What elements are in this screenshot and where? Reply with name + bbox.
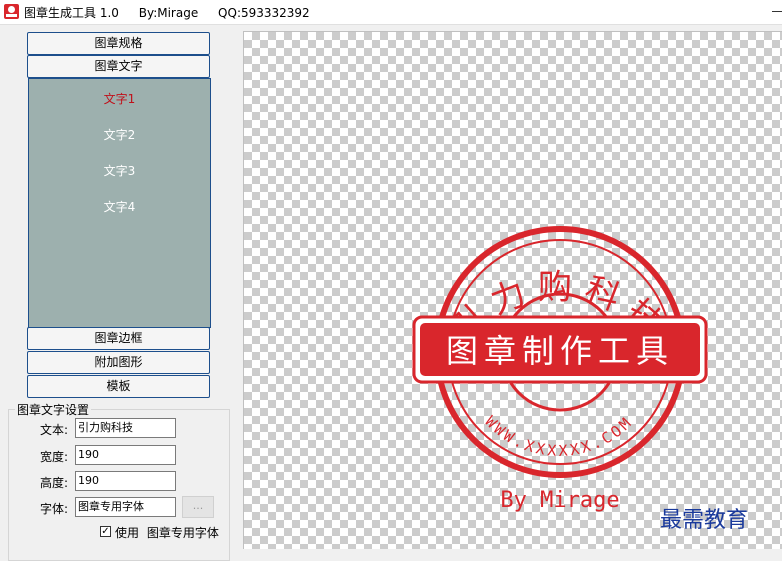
width-label: 宽度: bbox=[39, 450, 68, 464]
use-font-label: 使用 图章专用字体 bbox=[115, 524, 223, 541]
text-settings-title: 图章文字设置 bbox=[15, 401, 92, 418]
qq-label: QQ:593332392 bbox=[218, 6, 310, 20]
use-font-checkbox[interactable]: ✓ bbox=[100, 526, 111, 537]
stamp-bottom-arc-text: WWW.XXXXXX.COM bbox=[481, 412, 636, 459]
text-item-2[interactable]: 文字2 bbox=[29, 126, 210, 143]
window-title: 图章生成工具 1.0 By:Mirage QQ:593332392 bbox=[24, 4, 326, 21]
nav-extra-shape-button[interactable]: 附加图形 bbox=[27, 351, 210, 374]
text-input[interactable]: 引力购科技 bbox=[75, 418, 176, 438]
preview-canvas[interactable]: 引力购科技 图章制作工具 WWW.XXXXXX.COM By Mirage bbox=[243, 31, 782, 549]
height-label: 高度: bbox=[39, 476, 68, 490]
use-label: 使用 bbox=[115, 526, 140, 540]
nav-stamp-border-button[interactable]: 图章边框 bbox=[27, 327, 210, 350]
nav-template-button[interactable]: 模板 bbox=[27, 375, 210, 398]
stamp-text-list: 文字1 文字2 文字3 文字4 bbox=[28, 78, 211, 328]
text-item-3[interactable]: 文字3 bbox=[29, 162, 210, 179]
nav-stamp-text-button[interactable]: 图章文字 bbox=[27, 55, 210, 78]
stamp-banner-text: 图章制作工具 bbox=[446, 332, 674, 370]
title-bar: 图章生成工具 1.0 By:Mirage QQ:593332392 bbox=[0, 0, 782, 25]
app-title: 图章生成工具 1.0 bbox=[24, 6, 119, 20]
height-input[interactable]: 190 bbox=[75, 471, 176, 491]
stamp-signature: By Mirage bbox=[500, 488, 619, 513]
text-item-1[interactable]: 文字1 bbox=[29, 90, 210, 107]
watermark-text: 最需教育 bbox=[660, 508, 749, 533]
text-label: 文本: bbox=[39, 423, 68, 437]
author-label: By:Mirage bbox=[138, 6, 199, 20]
use-font-name: 图章专用字体 bbox=[146, 526, 219, 540]
width-input[interactable]: 190 bbox=[75, 445, 176, 465]
nav-stamp-spec-button[interactable]: 图章规格 bbox=[27, 32, 210, 55]
panel-splitter[interactable] bbox=[236, 25, 240, 548]
app-stamp-icon bbox=[4, 4, 19, 19]
stamp-preview: 引力购科技 图章制作工具 WWW.XXXXXX.COM By Mirage bbox=[412, 226, 708, 513]
text-item-4[interactable]: 文字4 bbox=[29, 198, 210, 215]
minimize-icon[interactable] bbox=[772, 11, 782, 12]
font-input[interactable]: 图章专用字体 bbox=[75, 497, 176, 517]
font-browse-button[interactable]: ... bbox=[182, 496, 214, 518]
font-label: 字体: bbox=[39, 502, 68, 516]
